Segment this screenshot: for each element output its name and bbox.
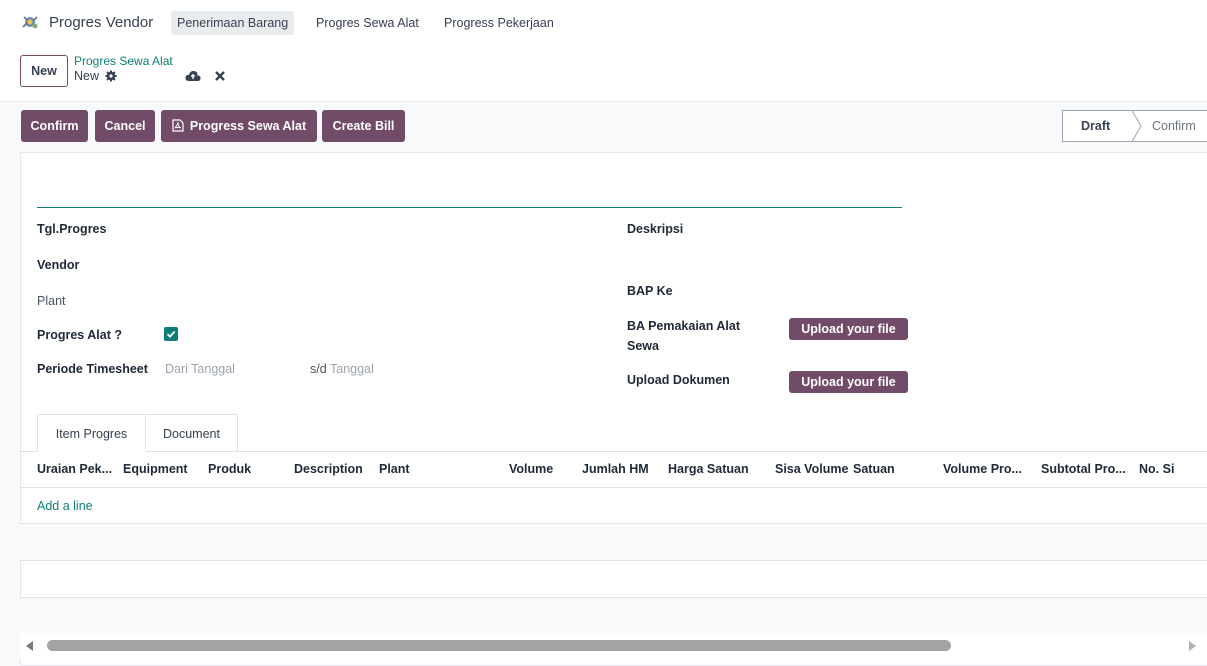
confirm-button[interactable]: Confirm: [21, 110, 88, 142]
progress-sewa-alat-label: Progress Sewa Alat: [189, 119, 307, 133]
nav-progress-pekerjaan[interactable]: Progress Pekerjaan: [438, 11, 560, 35]
col-volume-progres[interactable]: Volume Pro...: [943, 462, 1022, 476]
scroll-left-arrow-icon[interactable]: [26, 641, 33, 651]
sampai-tanggal-input[interactable]: Tanggal: [330, 362, 374, 376]
col-sisa-volume[interactable]: Sisa Volume: [775, 462, 848, 476]
label-bap-ke: BAP Ke: [627, 284, 673, 298]
label-ba-pemakaian-alat-line2: Sewa: [627, 339, 659, 353]
upload-dokumen-button[interactable]: Upload your file: [789, 371, 908, 393]
gear-icon[interactable]: [105, 70, 117, 82]
stage-confirm[interactable]: Confirm: [1132, 110, 1207, 142]
label-sd: s/d: [310, 362, 327, 376]
col-plant[interactable]: Plant: [379, 462, 410, 476]
table-row: [20, 598, 1207, 633]
save-cloud-icon[interactable]: [185, 69, 201, 83]
table-row-divider: [20, 560, 1207, 561]
breadcrumb-parent[interactable]: Progres Sewa Alat: [74, 54, 173, 68]
nav-progres-sewa-alat[interactable]: Progres Sewa Alat: [310, 11, 425, 35]
scrollbar-thumb[interactable]: [47, 640, 951, 651]
label-ba-pemakaian-alat: BA Pemakaian Alat: [627, 319, 741, 333]
col-uraian-pekerjaan[interactable]: Uraian Pek...: [37, 462, 112, 476]
dari-tanggal-input[interactable]: Dari Tanggal: [165, 362, 235, 376]
label-plant: Plant: [37, 294, 66, 308]
create-bill-button[interactable]: Create Bill: [322, 110, 405, 142]
col-satuan[interactable]: Satuan: [853, 462, 895, 476]
col-harga-satuan[interactable]: Harga Satuan: [668, 462, 749, 476]
col-produk[interactable]: Produk: [208, 462, 251, 476]
stage-chevron-icon: [1122, 110, 1142, 142]
col-subtotal-progres[interactable]: Subtotal Pro...: [1041, 462, 1126, 476]
breadcrumb-current: New: [74, 69, 100, 83]
table-row: [20, 524, 1207, 560]
tab-document[interactable]: Document: [146, 414, 238, 452]
new-button[interactable]: New: [20, 55, 68, 87]
col-no-si[interactable]: No. Si: [1139, 462, 1199, 476]
form-sheet: [20, 152, 1207, 666]
app-icon[interactable]: [20, 12, 40, 32]
table-header-divider: [20, 487, 1207, 488]
app-name[interactable]: Progres Vendor: [49, 14, 153, 31]
label-tgl-progres: Tgl.Progres: [37, 222, 107, 236]
progress-sewa-alat-report-button[interactable]: Progress Sewa Alat: [161, 110, 317, 142]
progres-alat-checkbox[interactable]: [164, 327, 178, 341]
label-deskripsi: Deskripsi: [627, 222, 684, 236]
label-upload-dokumen: Upload Dokumen: [627, 373, 730, 387]
col-volume[interactable]: Volume: [509, 462, 553, 476]
tab-item-progres[interactable]: Item Progres: [37, 414, 146, 452]
col-equipment[interactable]: Equipment: [123, 462, 188, 476]
name-field[interactable]: [37, 207, 902, 208]
upload-ba-pemakaian-button[interactable]: Upload your file: [789, 318, 908, 340]
label-progres-alat: Progres Alat ?: [37, 328, 122, 342]
label-vendor: Vendor: [37, 258, 80, 272]
top-navbar: Progres Vendor Penerimaan Barang Progres…: [0, 0, 1207, 46]
nav-penerimaan-barang[interactable]: Penerimaan Barang: [171, 11, 295, 35]
col-description[interactable]: Description: [294, 462, 363, 476]
scroll-right-arrow-icon[interactable]: [1189, 641, 1196, 651]
discard-close-icon[interactable]: [214, 70, 226, 82]
cancel-button[interactable]: Cancel: [95, 110, 155, 142]
col-jumlah-hm[interactable]: Jumlah HM: [582, 462, 649, 476]
pdf-icon: [172, 119, 184, 132]
add-a-line-link[interactable]: Add a line: [37, 499, 93, 513]
label-periode-timesheet: Periode Timesheet: [37, 362, 148, 376]
